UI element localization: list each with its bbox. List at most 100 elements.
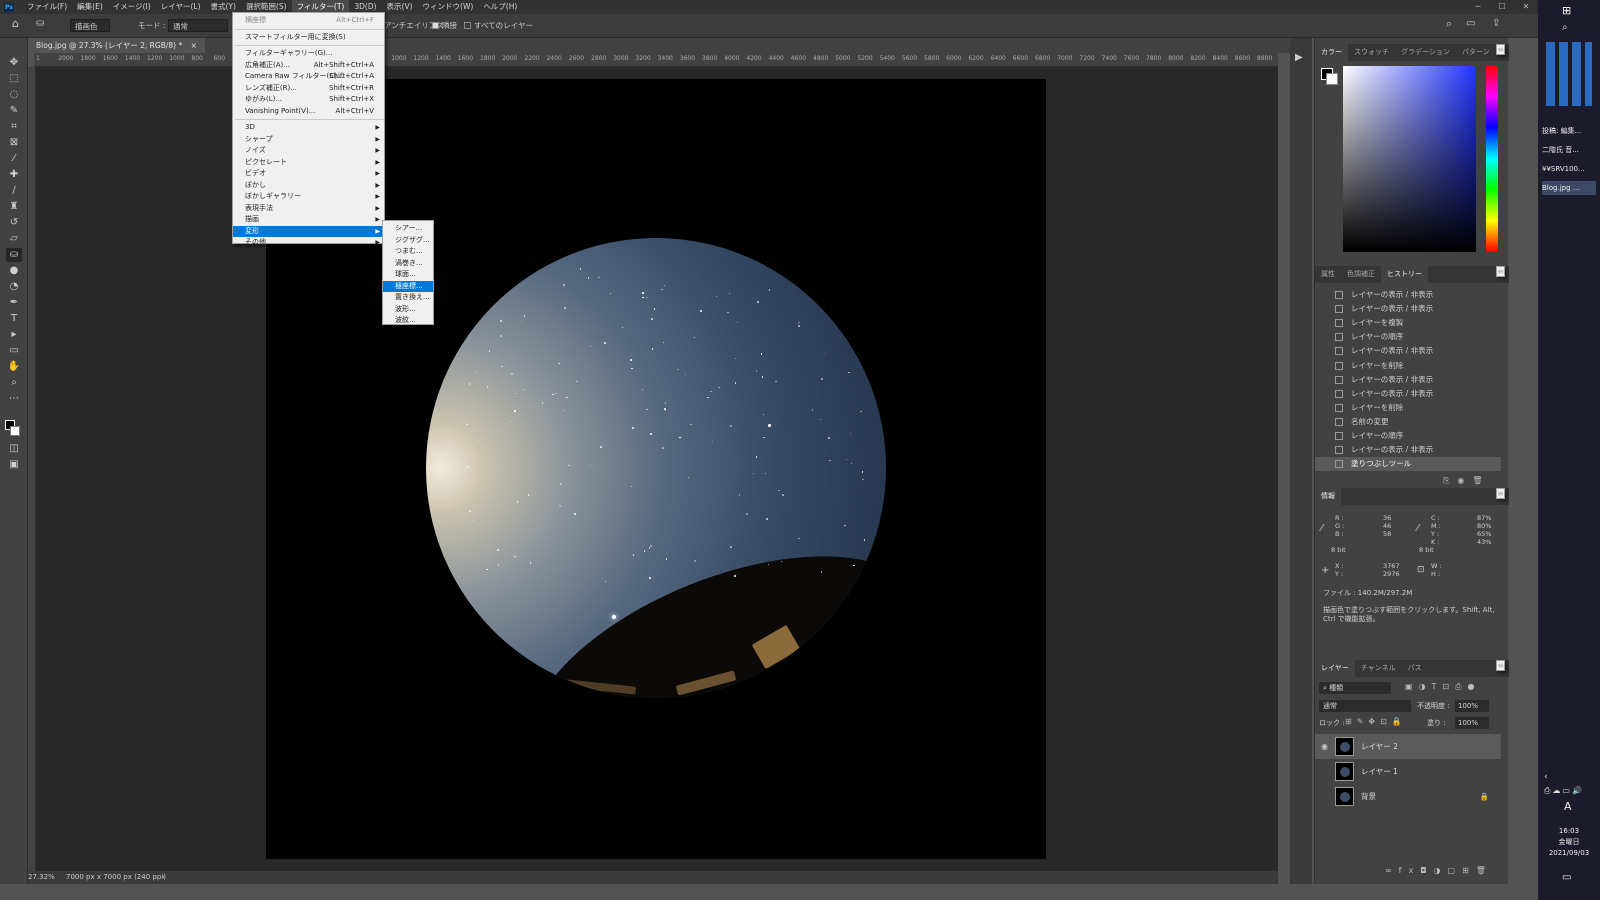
tab-patterns[interactable]: パターン: [1456, 44, 1496, 61]
distort-submenu-item[interactable]: 極座標...: [383, 280, 433, 292]
document-tab[interactable]: Blog.jpg @ 27.3% (レイヤー 2, RGB/8) * ×: [28, 38, 205, 53]
maximize-icon[interactable]: ☐: [1490, 0, 1514, 14]
blend-mode-select[interactable]: 通常: [1319, 700, 1411, 712]
filter-menu-item[interactable]: Camera Raw フィルター(C)... Shift+Ctrl+A: [233, 71, 384, 82]
history-item[interactable]: レイヤーの順序: [1315, 330, 1501, 344]
filter-menu-item[interactable]: 変形 ▶: [233, 225, 384, 237]
history-item[interactable]: レイヤーの順序: [1315, 429, 1501, 443]
panel-menu-icon[interactable]: ≡: [1496, 660, 1505, 671]
layer-row[interactable]: 背景 🔒: [1315, 784, 1501, 809]
layer-row[interactable]: ◉ レイヤー 2: [1315, 734, 1501, 759]
background-color-swatch[interactable]: [10, 426, 20, 436]
healing-brush-tool-icon[interactable]: ✚: [6, 168, 22, 182]
opacity-field[interactable]: 100%: [1455, 700, 1489, 712]
eraser-tool-icon[interactable]: ▱: [6, 232, 22, 246]
filter-menu-item[interactable]: ビデオ ▶: [233, 168, 384, 179]
panel-menu-icon[interactable]: ≡: [1496, 266, 1505, 277]
taskbar-item-browser-2[interactable]: 二階氏 音...: [1542, 143, 1596, 157]
filter-menu-item[interactable]: ノイズ ▶: [233, 145, 384, 156]
rectangle-tool-icon[interactable]: ▭: [6, 344, 22, 358]
canvas-area[interactable]: [36, 67, 1278, 871]
distort-submenu-item[interactable]: 波紋...: [383, 315, 433, 326]
distort-submenu-item[interactable]: 波形...: [383, 304, 433, 315]
filter-menu-item[interactable]: シャープ ▶: [233, 134, 384, 145]
fill-field[interactable]: 100%: [1455, 717, 1489, 729]
filter-menu-item[interactable]: 横座標 Alt+Ctrl+F: [233, 15, 384, 26]
filter-menu-item[interactable]: Vanishing Point(V)... Alt+Ctrl+V: [233, 106, 384, 117]
background-swatch[interactable]: [1326, 73, 1338, 85]
distort-submenu-item[interactable]: 置き換え...: [383, 292, 433, 303]
blur-tool-icon[interactable]: ●: [6, 264, 22, 278]
tab-properties[interactable]: 属性: [1315, 266, 1341, 283]
brush-tool-icon[interactable]: ∕: [6, 184, 22, 198]
tab-adjustments[interactable]: 色調補正: [1341, 266, 1381, 283]
history-item[interactable]: レイヤーの表示 / 非表示: [1315, 443, 1501, 457]
tab-layers[interactable]: レイヤー: [1315, 660, 1355, 677]
history-brush-tool-icon[interactable]: ↺: [6, 216, 22, 230]
lock-icons[interactable]: ⊞✎✥⊡🔒: [1345, 717, 1407, 726]
hand-tool-icon[interactable]: ✋: [6, 360, 22, 374]
filter-menu-item[interactable]: 広角補正(A)... Alt+Shift+Ctrl+A: [233, 60, 384, 71]
panel-menu-icon[interactable]: ≡: [1496, 488, 1505, 499]
crop-tool-icon[interactable]: ⌗: [6, 120, 22, 134]
all-layers-checkbox[interactable]: すべてのレイヤー: [464, 20, 533, 31]
tab-swatches[interactable]: スウォッチ: [1348, 44, 1395, 61]
dodge-tool-icon[interactable]: ◔: [6, 280, 22, 294]
menu-window[interactable]: ウィンドウ(W): [418, 0, 479, 14]
paint-bucket-preset-icon[interactable]: ⛀: [36, 18, 44, 29]
tab-info[interactable]: 情報: [1315, 488, 1341, 505]
distort-submenu-item[interactable]: 渦巻き...: [383, 258, 433, 269]
tab-color[interactable]: カラー: [1315, 44, 1348, 61]
history-item[interactable]: レイヤーの表示 / 非表示: [1315, 387, 1501, 401]
pinned-apps-grid[interactable]: [1546, 42, 1592, 106]
fisheye-sky-photo[interactable]: [426, 238, 886, 698]
menu-help[interactable]: ヘルプ(H): [478, 0, 522, 14]
more-tools-icon[interactable]: ⋯: [6, 392, 22, 406]
contiguous-checkbox[interactable]: 隣接: [432, 20, 457, 31]
history-item[interactable]: レイヤーの表示 / 非表示: [1315, 288, 1501, 302]
windows-start-icon[interactable]: ⊞: [1562, 4, 1571, 17]
filter-menu-item[interactable]: ピクセレート ▶: [233, 157, 384, 168]
menu-edit[interactable]: 編集(E): [72, 0, 108, 14]
tray-icons[interactable]: ⎙☁▭🔊: [1544, 786, 1584, 796]
filter-menu-item[interactable]: レンズ補正(R)... Shift+Ctrl+R: [233, 83, 384, 94]
clone-stamp-tool-icon[interactable]: ♜: [6, 200, 22, 214]
filter-menu-item[interactable]: ゆがみ(L)... Shift+Ctrl+X: [233, 94, 384, 105]
history-item[interactable]: レイヤーを複製: [1315, 316, 1501, 330]
close-icon[interactable]: ✕: [1514, 0, 1538, 14]
history-item[interactable]: レイヤーの表示 / 非表示: [1315, 344, 1501, 358]
history-item[interactable]: レイヤーを削除: [1315, 359, 1501, 373]
eyedropper-tool-icon[interactable]: ⁄: [6, 152, 22, 166]
path-select-tool-icon[interactable]: ▸: [6, 328, 22, 342]
lasso-tool-icon[interactable]: ◌: [6, 88, 22, 102]
clock[interactable]: 16:03 金曜日 2021/09/03: [1538, 826, 1600, 859]
ime-indicator[interactable]: A: [1564, 800, 1572, 813]
type-tool-icon[interactable]: T: [6, 312, 22, 326]
workspace-icon[interactable]: ▭: [1466, 18, 1475, 29]
history-item[interactable]: レイヤーの表示 / 非表示: [1315, 373, 1501, 387]
layer-filter-icons[interactable]: ▣◑T⊡⎙●: [1405, 682, 1481, 692]
layer-row[interactable]: レイヤー 1: [1315, 759, 1501, 784]
filter-menu-item[interactable]: ぼかし ▶: [233, 180, 384, 191]
zoom-tool-icon[interactable]: ⌕: [6, 376, 22, 390]
layer-filter-select[interactable]: ⌕ 種類: [1319, 682, 1391, 694]
fill-source-select[interactable]: 描画色: [70, 19, 110, 32]
tab-channels[interactable]: チャンネル: [1355, 660, 1402, 677]
close-tab-icon[interactable]: ×: [191, 41, 197, 50]
search-icon[interactable]: ⌕: [1562, 22, 1568, 33]
filter-menu-item[interactable]: 3D ▶: [233, 122, 384, 133]
menu-layer[interactable]: レイヤー(L): [156, 0, 206, 14]
marquee-tool-icon[interactable]: ⬚: [6, 72, 22, 86]
status-arrow-icon[interactable]: ›: [162, 871, 165, 884]
minimize-icon[interactable]: ─: [1466, 0, 1490, 14]
filter-menu-item[interactable]: 表現手法 ▶: [233, 203, 384, 214]
distort-submenu-item[interactable]: 球面...: [383, 269, 433, 280]
filter-menu-item[interactable]: ぼかしギャラリー ▶: [233, 191, 384, 202]
history-action-icons[interactable]: ⎘◉🗑: [1443, 476, 1491, 486]
quick-select-tool-icon[interactable]: ✎: [6, 104, 22, 118]
mode-select[interactable]: 通常: [168, 19, 228, 32]
zoom-level[interactable]: 27.32%: [28, 871, 55, 884]
notification-icon[interactable]: ▭: [1562, 872, 1571, 883]
menu-image[interactable]: イメージ(I): [108, 0, 156, 14]
filter-menu-item[interactable]: 描画 ▶: [233, 214, 384, 225]
